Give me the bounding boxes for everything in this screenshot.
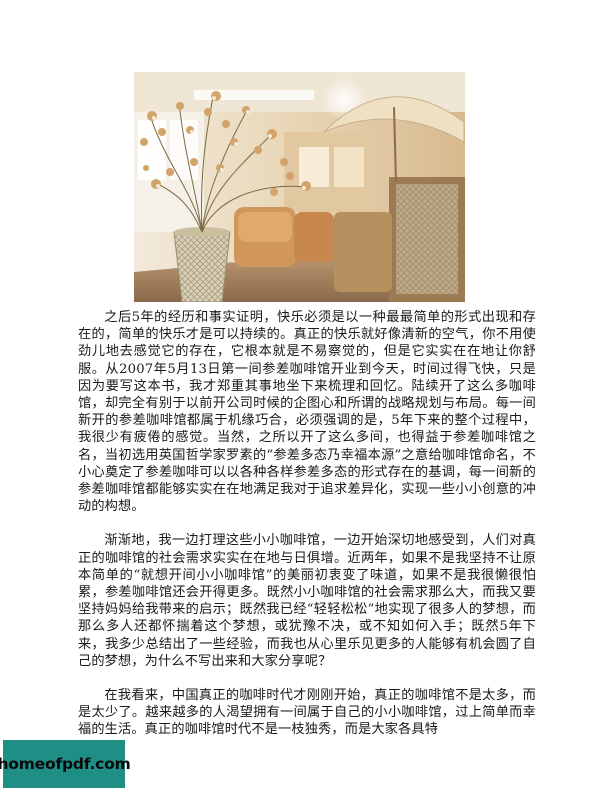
paragraph-2: 渐渐地，我一边打理这些小小咖啡馆，一边开始深切地感受到，人们对真正的咖啡馆的社会… (78, 533, 536, 669)
cafe-photo (134, 72, 465, 302)
paragraph-3: 在我看来，中国真正的咖啡时代才刚刚开始，真正的咖啡馆不是太多，而是太少了。越来越… (78, 688, 536, 738)
paragraph-1: 之后5年的经历和事实证明，快乐必须是以一种最最简单的形式出现和存在的，简单的快乐… (78, 310, 536, 515)
cafe-photo-illustration (134, 72, 465, 302)
watermark-badge[interactable]: homeofpdf.com (0, 740, 131, 788)
watermark-text: homeofpdf.com (0, 755, 131, 773)
article-body: 之后5年的经历和事实证明，快乐必须是以一种最最简单的形式出现和存在的，简单的快乐… (78, 309, 536, 739)
